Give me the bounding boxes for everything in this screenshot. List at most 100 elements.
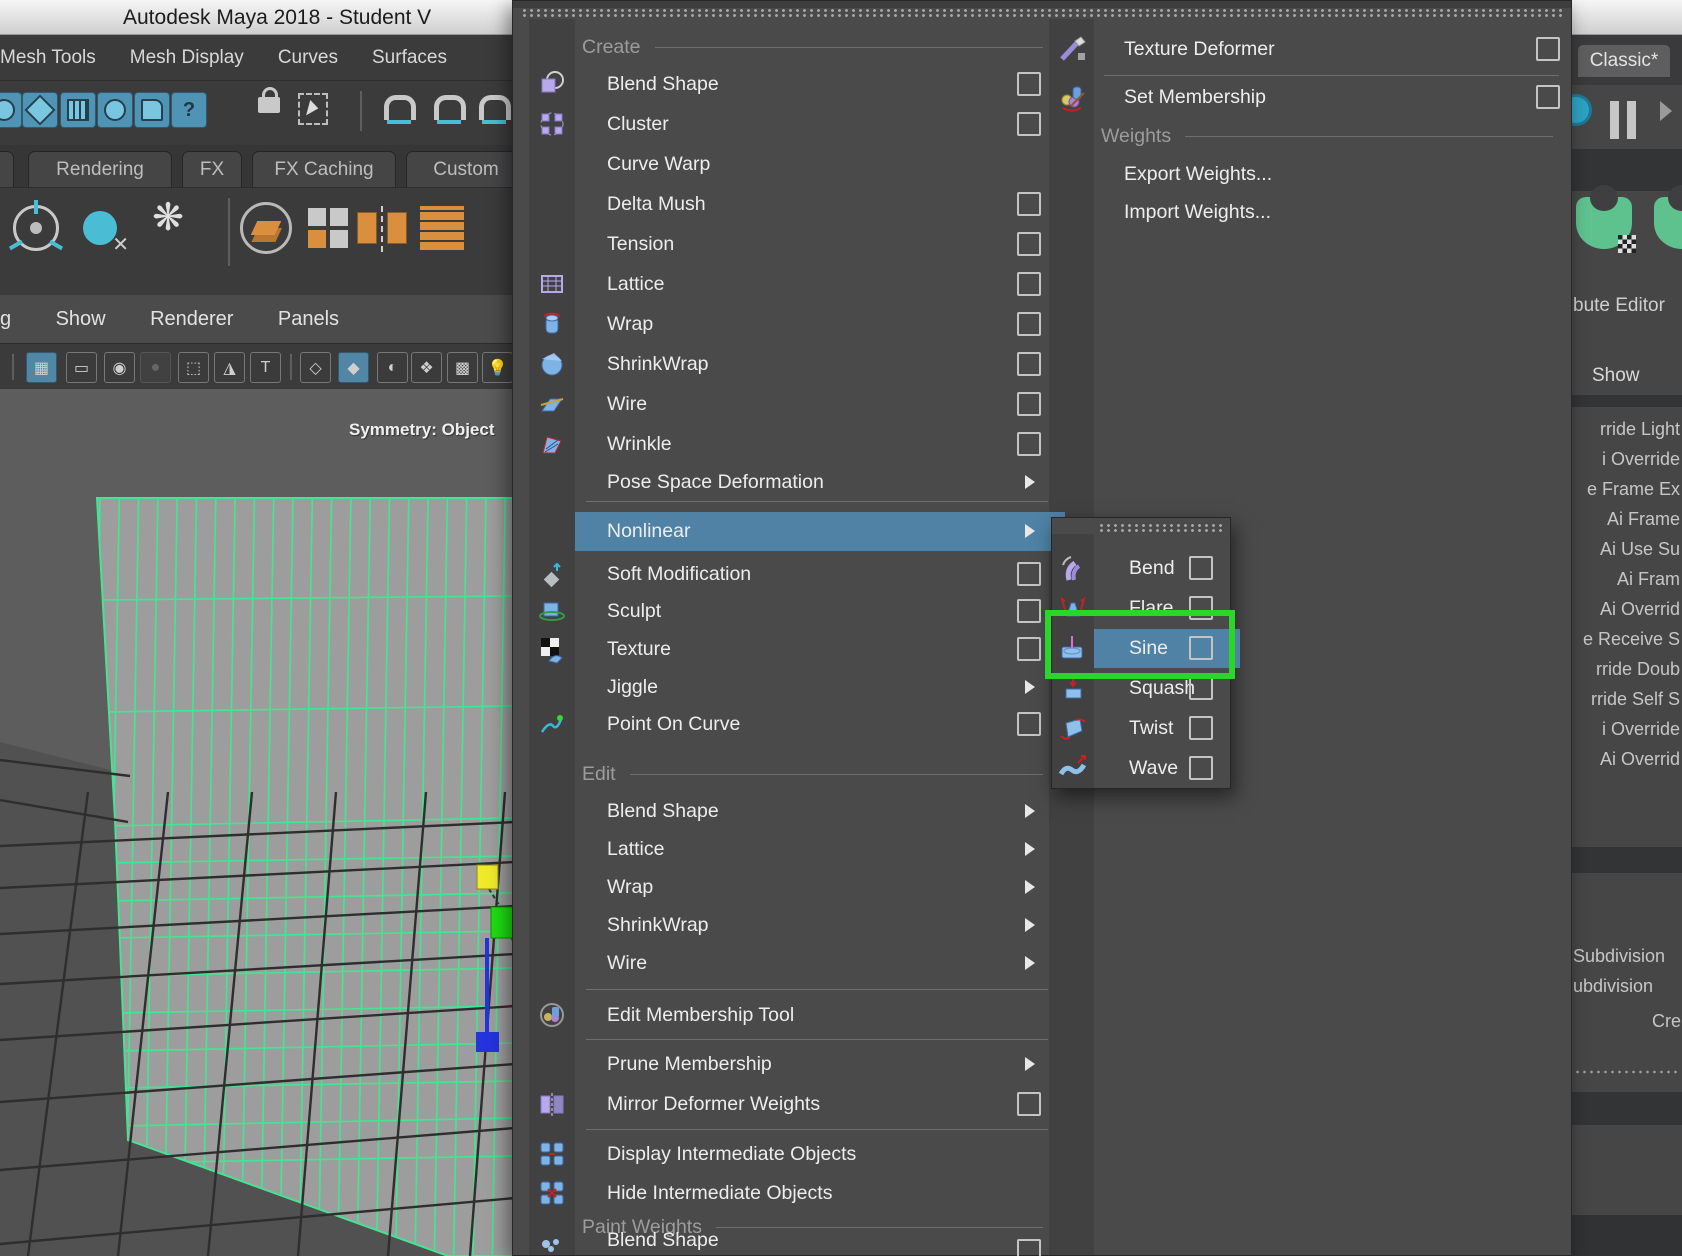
option-box-squash[interactable] [1189,676,1213,700]
menu-item-sculpt[interactable]: Sculpt [607,592,1043,631]
menu-item-lattice[interactable]: Lattice [607,830,1043,869]
option-box-wave[interactable] [1189,756,1213,780]
shadows-icon[interactable]: 💡 [482,352,513,383]
option-box-mirror-deformer-weights[interactable] [1017,1092,1041,1116]
toolbar-button-clapperboard[interactable] [134,92,170,128]
layers-icon[interactable] [240,202,292,254]
menu-item-wire[interactable]: Wire [607,385,1043,424]
menu-item-set-membership[interactable]: Set Membership [1124,78,1553,117]
toolbar-button-cluster[interactable] [97,92,133,128]
gear-icon[interactable] [1572,97,1589,123]
field-chart-icon[interactable]: ⬚ [178,352,209,383]
option-box-point-on-curve[interactable] [1017,712,1041,736]
option-box-wrinkle[interactable] [1017,432,1041,456]
option-box-texture[interactable] [1017,637,1041,661]
swatch-green-2[interactable] [1654,197,1682,249]
panel-menu-show[interactable]: Show [56,295,106,343]
menu-item-lattice[interactable]: Lattice [607,265,1043,304]
option-box-wire[interactable] [1017,392,1041,416]
option-box-blend-shape[interactable] [1017,72,1041,96]
safe-title-icon[interactable]: T [250,352,281,383]
slider-handle[interactable] [12,354,14,380]
menu-item-hide-intermediate-objects[interactable]: Hide Intermediate Objects [607,1174,1043,1213]
menu-item-export-weights...[interactable]: Export Weights... [1124,155,1553,194]
toolbar-button-lattice[interactable] [60,92,96,128]
pause-icon[interactable] [1610,101,1636,139]
show-menu-button[interactable]: Show [1592,365,1640,387]
grid-toggle-icon[interactable]: ▦ [26,352,57,383]
wireframe-mode-icon[interactable]: ◇ [300,352,331,383]
shaded-textured-icon[interactable]: ◐ [377,352,408,383]
menu-item-wire[interactable]: Wire [607,944,1043,983]
option-box-soft-modification[interactable] [1017,562,1041,586]
menu-item-prune-membership[interactable]: Prune Membership [607,1045,1043,1084]
menu-item-mirror-deformer-weights[interactable]: Mirror Deformer Weights [607,1085,1043,1124]
film-gate-icon[interactable]: ▭ [66,352,97,383]
option-box-blend-shape[interactable] [1017,1239,1041,1256]
option-box-twist[interactable] [1189,716,1213,740]
option-box-delta-mush[interactable] [1017,192,1041,216]
menu-item-tension[interactable]: Tension [607,225,1043,264]
shelf-tab-rendering[interactable]: Rendering [28,151,172,188]
option-box-shrinkwrap[interactable] [1017,352,1041,376]
menu-item-wrinkle[interactable]: Wrinkle [607,425,1043,464]
menu-item-wrap[interactable]: Wrap [607,868,1043,907]
shelf-tab-fx-caching[interactable]: FX Caching [252,151,396,188]
option-box-wrap[interactable] [1017,312,1041,336]
menu-item-edit-membership-tool[interactable]: Edit Membership Tool [607,996,1043,1035]
menu-item-display-intermediate-objects[interactable]: Display Intermediate Objects [607,1135,1043,1174]
menu-tear-off-handle[interactable] [521,8,1563,18]
menubar-item-mesh-tools[interactable]: Mesh Tools [0,35,96,80]
menu-item-import-weights...[interactable]: Import Weights... [1124,193,1553,232]
delete-keys-icon[interactable] [74,202,126,254]
toolbar-button-help[interactable]: ? [171,92,207,128]
snap-to-point-icon[interactable] [479,95,511,120]
gate-mask-icon[interactable]: ● [140,352,171,383]
toolbar-button-diamond[interactable] [22,92,58,128]
menu-item-jiggle[interactable]: Jiggle [607,668,1043,707]
option-box-tension[interactable] [1017,232,1041,256]
snap-to-grid-icon[interactable] [384,95,416,120]
resolution-gate-icon[interactable]: ◉ [104,352,135,383]
snap-to-curve-icon[interactable] [434,95,466,120]
textured-mode-icon[interactable]: ❖ [411,352,442,383]
option-box-cluster[interactable] [1017,112,1041,136]
menu-item-point-on-curve[interactable]: Point On Curve [607,705,1043,744]
menu-item-texture-deformer[interactable]: Texture Deformer [1124,30,1553,69]
swatch-green-1[interactable] [1576,197,1632,249]
shelf-tab-custom[interactable]: Custom [406,151,526,188]
menu-item-blend-shape[interactable]: Blend Shape [607,65,1043,104]
option-box-bend[interactable] [1189,556,1213,580]
menu-item-pose-space-deformation[interactable]: Pose Space Deformation [607,463,1043,502]
safe-action-icon[interactable]: ◮ [214,352,245,383]
rotate-pivot-icon[interactable] [10,202,62,254]
panel-menu-panels[interactable]: Panels [278,295,339,343]
menubar-item-curves[interactable]: Curves [278,35,338,80]
menu-item-shrinkwrap[interactable]: ShrinkWrap [607,906,1043,945]
menubar-item-surfaces[interactable]: Surfaces [372,35,447,80]
menu-item-blend-shape[interactable]: Blend Shape [607,792,1043,831]
menu-item-delta-mush[interactable]: Delta Mush [607,185,1043,224]
panel-menu-renderer[interactable]: Renderer [150,295,233,343]
tab-classic[interactable]: Classic* [1578,45,1670,77]
option-box-lattice[interactable] [1017,272,1041,296]
menu-item-cluster[interactable]: Cluster [607,105,1043,144]
option-box-set-membership[interactable] [1536,85,1560,109]
duplicate-object-icon[interactable] [356,202,408,254]
shelf-tab-partial[interactable]: n [0,151,14,188]
viewport[interactable]: Symmetry: Object [0,389,515,1256]
menu-item-wrap[interactable]: Wrap [607,305,1043,344]
grid-snap-icon[interactable] [416,202,468,254]
shaded-mode-icon[interactable]: ◆ [338,352,369,383]
lock-icon[interactable] [258,97,280,113]
option-box-sculpt[interactable] [1017,599,1041,623]
menu-item-texture[interactable]: Texture [607,630,1043,669]
use-all-lights-icon[interactable]: ▩ [447,352,478,383]
menu-item-blend-shape[interactable]: Blend Shape [607,1232,1043,1250]
toolbar-button-partial[interactable] [0,92,22,128]
menu-item-shrinkwrap[interactable]: ShrinkWrap [607,345,1043,384]
freeze-transform-icon[interactable]: ❋ [142,192,194,244]
submenu-tear-off-handle[interactable] [1098,523,1226,533]
quad-view-icon[interactable] [302,202,354,254]
panel-menu-partial[interactable]: g [0,295,11,343]
